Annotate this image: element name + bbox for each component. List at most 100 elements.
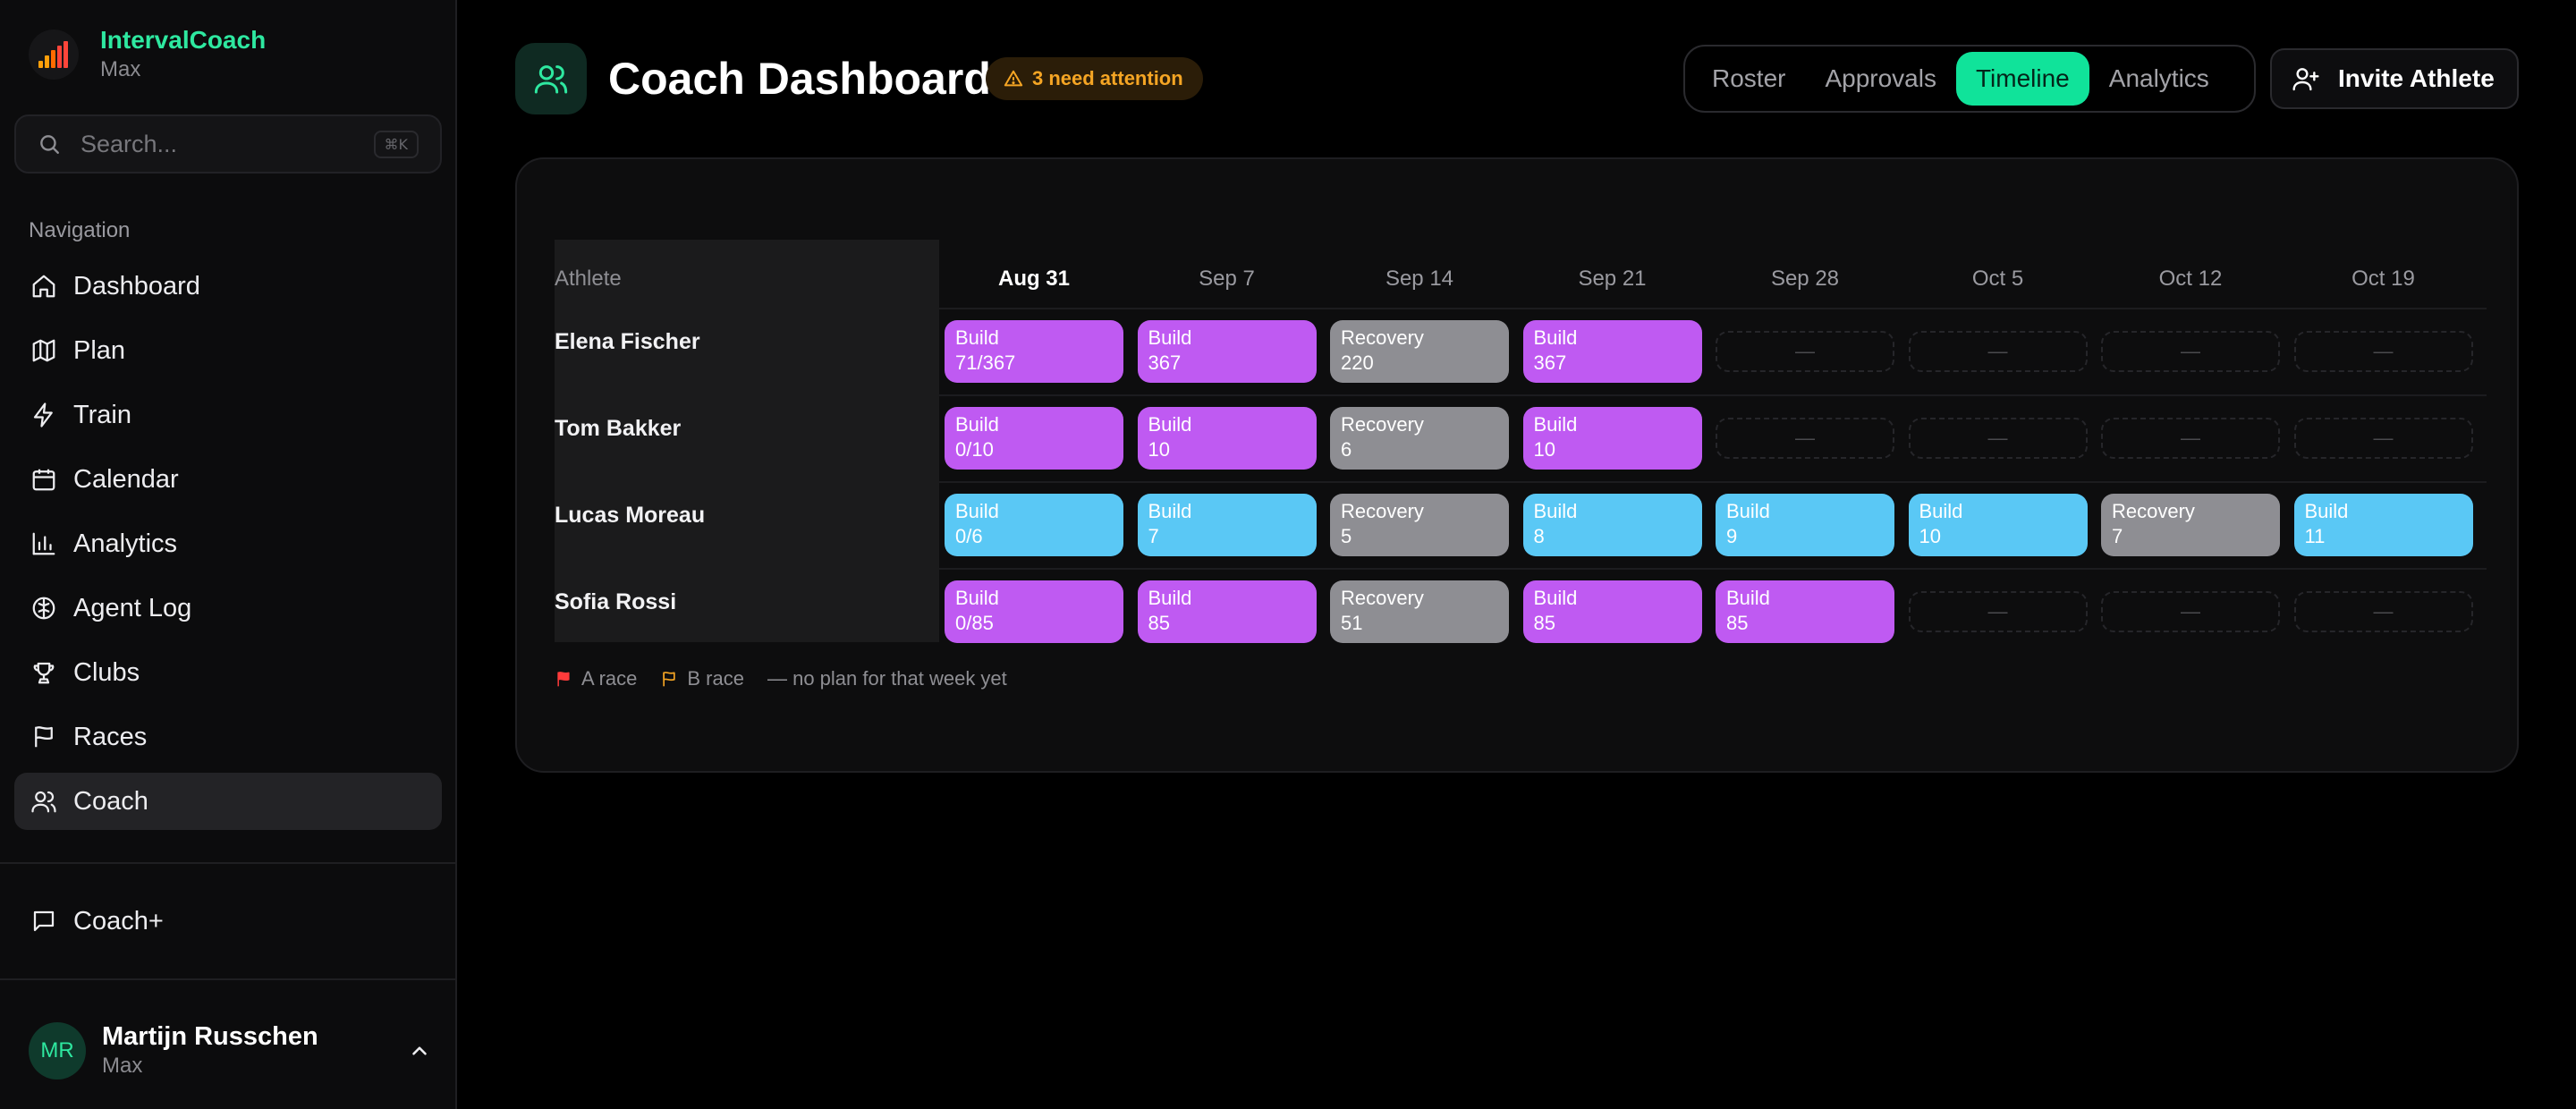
block-phase: Build [1148, 587, 1192, 609]
training-block[interactable]: Build 0/6 [945, 494, 1123, 556]
block-value: 51 [1341, 612, 1363, 634]
chat-icon [33, 910, 55, 932]
block-value: 7 [2112, 525, 2123, 547]
training-block[interactable]: Recovery 220 [1330, 320, 1509, 383]
sidebar-item-label: Races [73, 722, 148, 751]
user-menu[interactable]: MR Martijn Russchen Max [29, 1021, 431, 1080]
athlete-column-header: Athlete [555, 267, 622, 291]
training-block[interactable]: Recovery 7 [2101, 494, 2280, 556]
legend-b-race: B race [660, 667, 744, 690]
tab-roster[interactable]: Roster [1692, 52, 1805, 106]
training-block[interactable]: Build 367 [1137, 320, 1317, 383]
athlete-name[interactable]: Elena Fischer [555, 329, 700, 355]
sidebar-item-plan[interactable]: Plan [14, 322, 442, 379]
sidebar-item-analytics[interactable]: Analytics [14, 515, 442, 572]
empty-week-slot[interactable]: — [2293, 591, 2473, 632]
legend-label: A race [581, 667, 638, 690]
attention-text: 3 need attention [1032, 67, 1183, 89]
empty-week-slot[interactable]: — [1908, 418, 2088, 459]
attention-badge[interactable]: 3 need attention [986, 57, 1203, 100]
block-value: 10 [1148, 438, 1170, 461]
search-input[interactable]: Search... ⌘K [14, 114, 442, 174]
brand[interactable]: IntervalCoach Max [29, 25, 266, 84]
block-value: 0/85 [955, 612, 994, 634]
empty-week-slot[interactable]: — [2101, 591, 2280, 632]
invite-athlete-button[interactable]: Invite Athlete [2270, 48, 2519, 109]
sidebar-nav: Dashboard Plan Train Calendar Analytics … [14, 258, 442, 837]
training-block[interactable]: Build 85 [1137, 580, 1317, 643]
empty-week-slot[interactable]: — [1908, 331, 2088, 372]
timeline-card: Athlete Aug 31 Sep 7 Sep 14 Sep 21 Sep 28 Oct… [515, 157, 2519, 773]
week-header: Oct 5 [1971, 267, 2024, 291]
sidebar-item-calendar[interactable]: Calendar [14, 451, 442, 508]
empty-week-slot[interactable]: — [2101, 331, 2280, 372]
training-block[interactable]: Build 10 [1522, 407, 1702, 470]
training-block[interactable]: Build 85 [1522, 580, 1702, 643]
block-phase: Recovery [1341, 413, 1424, 436]
sidebar-item-coach[interactable]: Coach [14, 773, 442, 830]
training-block[interactable]: Build 0/85 [945, 580, 1123, 643]
training-block[interactable]: Recovery 6 [1330, 407, 1509, 470]
user-name: Martijn Russchen [102, 1022, 318, 1051]
block-value: 6 [1341, 438, 1352, 461]
row-divider [939, 308, 2487, 309]
empty-week-slot[interactable]: — [2293, 331, 2473, 372]
tab-timeline[interactable]: Timeline [1955, 52, 2089, 106]
training-block[interactable]: Build 0/10 [945, 407, 1123, 470]
training-block[interactable]: Build 10 [1908, 494, 2088, 556]
legend-a-race: A race [555, 667, 637, 690]
block-phase: Build [1533, 587, 1578, 609]
block-phase: Build [2304, 500, 2349, 522]
sidebar-item-agent-log[interactable]: Agent Log [14, 580, 442, 637]
chevron-up-icon[interactable] [408, 1039, 431, 1062]
user-plus-icon [2292, 68, 2319, 91]
training-block[interactable]: Build 367 [1522, 320, 1702, 383]
empty-week-slot[interactable]: — [2293, 418, 2473, 459]
empty-week-slot[interactable]: — [2101, 418, 2280, 459]
warning-icon [1004, 70, 1023, 87]
week-header: Sep 21 [1578, 267, 1647, 291]
app-logo-icon [29, 30, 79, 80]
tab-approvals[interactable]: Approvals [1805, 52, 1956, 106]
empty-week-slot[interactable]: — [1716, 331, 1894, 372]
home-icon [32, 275, 55, 298]
training-block[interactable]: Build 10 [1137, 407, 1317, 470]
week-header: Oct 12 [2158, 267, 2223, 291]
athlete-name[interactable]: Sofia Rossi [555, 589, 676, 615]
sidebar-item-label: Plan [73, 335, 126, 365]
empty-week-slot[interactable]: — [1908, 591, 2088, 632]
sidebar-item-train[interactable]: Train [14, 386, 442, 444]
app-name: IntervalCoach [100, 26, 267, 54]
sidebar-item-clubs[interactable]: Clubs [14, 644, 442, 701]
sidebar-item-coachplus[interactable]: Coach+ [14, 893, 442, 950]
training-block[interactable]: Build 8 [1522, 494, 1702, 556]
sidebar-item-races[interactable]: Races [14, 708, 442, 766]
block-value: 9 [1726, 525, 1738, 547]
sidebar-item-label: Agent Log [73, 593, 192, 622]
empty-week-slot[interactable]: — [1716, 418, 1894, 459]
training-block[interactable]: Build 85 [1716, 580, 1894, 643]
training-block[interactable]: Recovery 5 [1330, 494, 1509, 556]
block-value: 220 [1341, 351, 1374, 374]
week-header: Sep 28 [1770, 267, 1840, 291]
training-block[interactable]: Build 7 [1137, 494, 1317, 556]
search-placeholder: Search... [80, 130, 178, 157]
athlete-name[interactable]: Lucas Moreau [555, 503, 705, 529]
flag-icon [663, 672, 676, 687]
training-block[interactable]: Recovery 51 [1330, 580, 1509, 643]
athlete-name[interactable]: Tom Bakker [555, 416, 681, 442]
sidebar-item-dashboard[interactable]: Dashboard [14, 258, 442, 315]
avatar: MR [29, 1022, 86, 1079]
block-value: 10 [1533, 438, 1555, 461]
training-block[interactable]: Build 9 [1716, 494, 1894, 556]
block-phase: Recovery [2112, 500, 2195, 522]
block-value: 0/10 [955, 438, 994, 461]
training-block[interactable]: Build 11 [2293, 494, 2473, 556]
view-tabs: Roster Approvals Timeline Analytics [1683, 45, 2256, 113]
training-block[interactable]: Build 71/367 [945, 320, 1123, 383]
tab-analytics[interactable]: Analytics [2089, 52, 2229, 106]
map-icon [32, 339, 55, 362]
block-phase: Recovery [1341, 500, 1424, 522]
block-phase: Build [1919, 500, 1963, 522]
week-header: Oct 19 [2351, 267, 2415, 291]
